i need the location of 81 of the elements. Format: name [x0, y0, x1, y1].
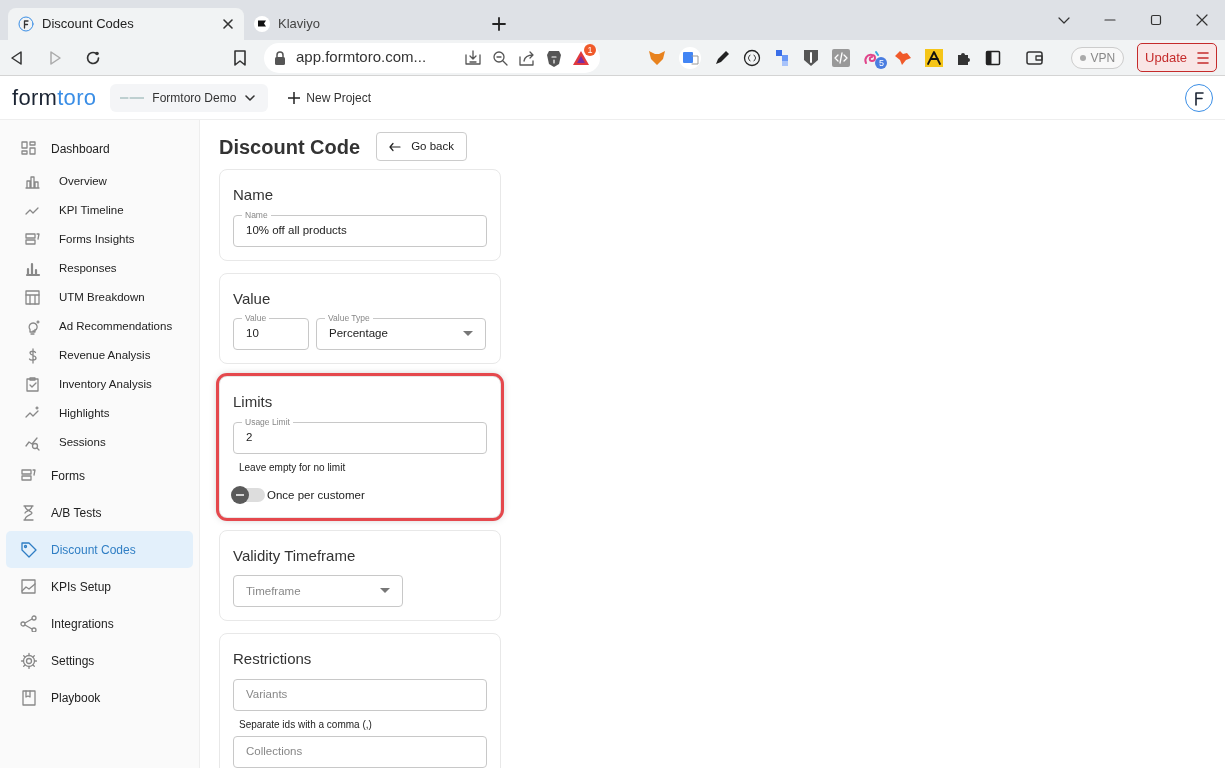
zoom-out-icon[interactable] [492, 49, 508, 66]
sidebar-icon[interactable] [985, 49, 1002, 66]
bookmark-icon[interactable] [232, 48, 248, 67]
sidebar-item[interactable]: UTM Breakdown [6, 283, 193, 312]
caret-icon [380, 588, 390, 595]
close-icon[interactable] [1196, 14, 1208, 26]
sidebar-item[interactable]: Forms Insights [6, 225, 193, 254]
bar-chart-icon [24, 173, 41, 190]
image-icon [20, 578, 37, 595]
section-title: Restrictions [233, 649, 313, 670]
forms-icon [20, 467, 37, 484]
browser-tab[interactable]: Klaviyo [244, 8, 480, 40]
sidebar-item[interactable]: Integrations [6, 605, 193, 642]
project-selector[interactable]: Formtoro Demo [110, 83, 269, 112]
book-icon [20, 689, 37, 706]
new-tab-icon[interactable] [492, 17, 506, 31]
browser-tab[interactable]: Discount Codes [8, 8, 244, 40]
tag-icon [20, 541, 37, 558]
bar-chart-icon [24, 260, 41, 277]
sidebar-item[interactable]: Highlights [6, 399, 193, 428]
sidebar-item[interactable]: Settings [6, 642, 193, 679]
select-field[interactable]: Timeframe [233, 575, 403, 608]
section-title: Name [233, 185, 274, 205]
toggle-label: Once per customer [267, 487, 365, 503]
sidebar-item[interactable]: Responses [6, 254, 193, 283]
arrow-left-icon [389, 141, 402, 152]
blocks-icon[interactable] [774, 48, 791, 67]
sidebar-item[interactable]: Discount Codes [6, 531, 193, 568]
loop-icon[interactable] [863, 48, 882, 67]
sidebar-item[interactable]: A/B Tests [6, 494, 193, 531]
sidebar-item[interactable]: Ad Recommendations [6, 312, 193, 341]
caret-icon [463, 331, 473, 337]
sidebar-item[interactable]: Forms [6, 457, 193, 494]
dashboard-icon [20, 140, 37, 157]
url-text[interactable]: app.formtoro.com... [296, 46, 454, 69]
back-button[interactable]: Go back [376, 132, 467, 161]
logo: formtoro [12, 84, 97, 112]
section-title: Value [233, 288, 272, 309]
code-icon[interactable] [832, 48, 851, 67]
update-button[interactable]: Update [1137, 42, 1217, 73]
sidebar-item[interactable]: Sessions [6, 428, 193, 457]
download-icon[interactable] [464, 49, 482, 66]
sidebar-item[interactable]: Playbook [6, 679, 193, 716]
toggle-switch[interactable] [233, 488, 265, 503]
translate-icon[interactable] [679, 46, 702, 69]
section-title: Validity Timeframe [233, 545, 357, 566]
table-icon [24, 289, 41, 306]
braces-icon[interactable] [743, 48, 762, 67]
close-icon[interactable] [222, 18, 234, 30]
input-field[interactable]: Collections [233, 735, 487, 768]
new-project-button[interactable]: New Project [282, 87, 378, 108]
flag-icon [254, 16, 270, 32]
menu-icon [1197, 50, 1209, 65]
lock-icon [274, 50, 286, 65]
notification-badge: 1 [584, 43, 596, 56]
forms-icon [24, 231, 41, 248]
shield-icon[interactable] [803, 48, 820, 67]
letter-icon [1192, 89, 1206, 106]
clipboard-icon [24, 376, 41, 393]
input-field[interactable]: Variants [233, 678, 487, 711]
page-title: Discount Code [219, 134, 361, 159]
favicon-icon [18, 16, 34, 32]
sidebar-item[interactable]: Overview [6, 167, 193, 196]
pen-icon[interactable] [714, 49, 731, 66]
notification-badge: 5 [875, 56, 888, 69]
maximize-icon[interactable] [1150, 14, 1162, 26]
minus-icon [236, 494, 244, 497]
helper-text: Separate ids with a comma (,) [238, 717, 373, 732]
section-title: Limits [233, 392, 274, 412]
share-icon [20, 615, 37, 632]
helper-text: Leave empty for no limit [238, 460, 347, 475]
sidebar-item[interactable]: Revenue Analysis [6, 341, 193, 370]
sidebar-item[interactable]: Inventory Analysis [6, 370, 193, 399]
settings-icon [20, 652, 37, 669]
sidebar-item[interactable]: KPI Timeline [6, 196, 193, 225]
sidebar-item[interactable]: Dashboard [6, 130, 193, 167]
plus-icon [288, 91, 301, 104]
share-icon[interactable] [518, 49, 536, 66]
wallet-icon[interactable] [1026, 49, 1045, 66]
sidebar-item[interactable]: KPIs Setup [6, 568, 193, 605]
dot-icon [1080, 54, 1087, 61]
